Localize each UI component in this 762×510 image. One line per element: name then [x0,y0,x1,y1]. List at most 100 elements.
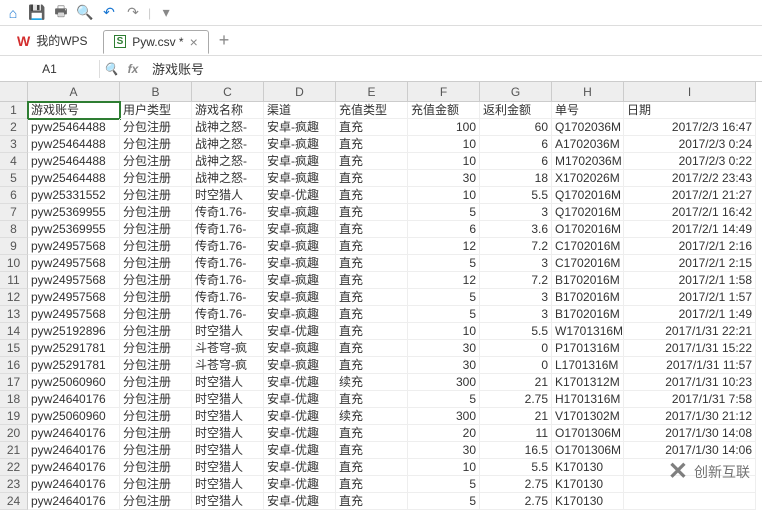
cell[interactable]: 安卓-疯趣 [264,306,336,323]
cell[interactable]: 分包注册 [120,306,192,323]
cell[interactable]: L1701316M [552,357,624,374]
cell[interactable]: pyw25060960 [28,408,120,425]
cell[interactable]: 12 [408,238,480,255]
cell[interactable]: 安卓-优趣 [264,391,336,408]
cell[interactable]: 5.5 [480,323,552,340]
col-header-A[interactable]: A [28,82,120,102]
cell[interactable]: 6 [480,153,552,170]
cell[interactable]: 5 [408,493,480,510]
cell[interactable]: 5 [408,391,480,408]
cell[interactable]: 安卓-疯趣 [264,340,336,357]
cell[interactable]: 2017/2/2 23:43 [624,170,756,187]
cell[interactable]: pyw25464488 [28,136,120,153]
cell[interactable]: 战神之怒- [192,170,264,187]
cell[interactable]: 2017/1/30 14:08 [624,425,756,442]
cell[interactable]: 5 [408,255,480,272]
cell[interactable]: 直充 [336,391,408,408]
cell[interactable]: 安卓-疯趣 [264,357,336,374]
cell[interactable]: K170130 [552,476,624,493]
cell[interactable]: 分包注册 [120,374,192,391]
cell[interactable]: 2.75 [480,476,552,493]
cell[interactable]: 安卓-优趣 [264,187,336,204]
cell[interactable]: 直充 [336,136,408,153]
row-header[interactable]: 8 [0,221,28,238]
cell[interactable]: 7.2 [480,238,552,255]
cell[interactable]: K1701312M [552,374,624,391]
row-header[interactable]: 10 [0,255,28,272]
cell[interactable]: 5 [408,476,480,493]
row-header[interactable]: 22 [0,459,28,476]
cell[interactable]: 战神之怒- [192,153,264,170]
cell[interactable]: 传奇1.76- [192,204,264,221]
cell[interactable]: 分包注册 [120,153,192,170]
cell[interactable]: 16.5 [480,442,552,459]
cell[interactable]: 2017/2/1 1:49 [624,306,756,323]
cell[interactable]: pyw24957568 [28,238,120,255]
row-header[interactable]: 18 [0,391,28,408]
cell[interactable]: 12 [408,272,480,289]
redo-icon[interactable]: ↷ [124,4,142,22]
cell[interactable]: 时空猎人 [192,391,264,408]
save-icon[interactable]: 💾 [28,4,46,22]
cell[interactable]: 安卓-疯趣 [264,153,336,170]
cell[interactable]: 2017/1/31 7:58 [624,391,756,408]
cell[interactable]: 传奇1.76- [192,221,264,238]
cell[interactable]: 安卓-疯趣 [264,289,336,306]
cell[interactable]: 安卓-疯趣 [264,119,336,136]
cell[interactable]: 直充 [336,459,408,476]
cell[interactable]: 时空猎人 [192,442,264,459]
cell[interactable]: 分包注册 [120,442,192,459]
cell[interactable]: 安卓-优趣 [264,374,336,391]
cell[interactable]: 分包注册 [120,289,192,306]
cell[interactable]: 10 [408,187,480,204]
cell[interactable]: B1702016M [552,272,624,289]
cell[interactable]: 分包注册 [120,255,192,272]
cell[interactable]: 直充 [336,170,408,187]
cell[interactable]: B1702016M [552,306,624,323]
cell[interactable]: 直充 [336,340,408,357]
cell[interactable]: 300 [408,374,480,391]
cell[interactable]: 时空猎人 [192,425,264,442]
cell[interactable] [624,493,756,510]
print-icon[interactable]: 🖶 [52,4,70,22]
cell[interactable]: 充值金额 [408,102,480,119]
cell[interactable]: pyw24640176 [28,391,120,408]
cell[interactable]: 直充 [336,493,408,510]
col-header-G[interactable]: G [480,82,552,102]
cell[interactable]: 3 [480,204,552,221]
cell[interactable]: K170130 [552,493,624,510]
cell[interactable]: 20 [408,425,480,442]
cell[interactable]: 2017/2/1 21:27 [624,187,756,204]
cell[interactable]: 30 [408,442,480,459]
preview-icon[interactable]: 🔍 [76,4,94,22]
cell[interactable]: 10 [408,323,480,340]
cell[interactable]: 2017/2/3 16:47 [624,119,756,136]
row-header[interactable]: 4 [0,153,28,170]
row-header[interactable]: 11 [0,272,28,289]
cell[interactable]: 直充 [336,272,408,289]
col-header-I[interactable]: I [624,82,756,102]
cell[interactable]: 用户类型 [120,102,192,119]
row-header[interactable]: 12 [0,289,28,306]
cell[interactable]: 分包注册 [120,476,192,493]
cell[interactable]: 6 [480,136,552,153]
cell[interactable]: 5 [408,306,480,323]
cell[interactable]: 2017/1/31 11:57 [624,357,756,374]
cell[interactable]: 安卓-优趣 [264,476,336,493]
cell[interactable]: 分包注册 [120,340,192,357]
cell[interactable]: 安卓-优趣 [264,408,336,425]
cell[interactable]: Q1702016M [552,187,624,204]
cell[interactable]: C1702016M [552,238,624,255]
cell[interactable]: 游戏名称 [192,102,264,119]
cell[interactable]: 直充 [336,289,408,306]
cell[interactable]: 2.75 [480,493,552,510]
cell[interactable]: 直充 [336,238,408,255]
cell[interactable]: 安卓-疯趣 [264,170,336,187]
cell[interactable]: 时空猎人 [192,374,264,391]
cell[interactable]: 300 [408,408,480,425]
cell[interactable]: 直充 [336,425,408,442]
cell[interactable]: 直充 [336,306,408,323]
row-header[interactable]: 20 [0,425,28,442]
cell[interactable]: 直充 [336,255,408,272]
cell[interactable]: 传奇1.76- [192,289,264,306]
